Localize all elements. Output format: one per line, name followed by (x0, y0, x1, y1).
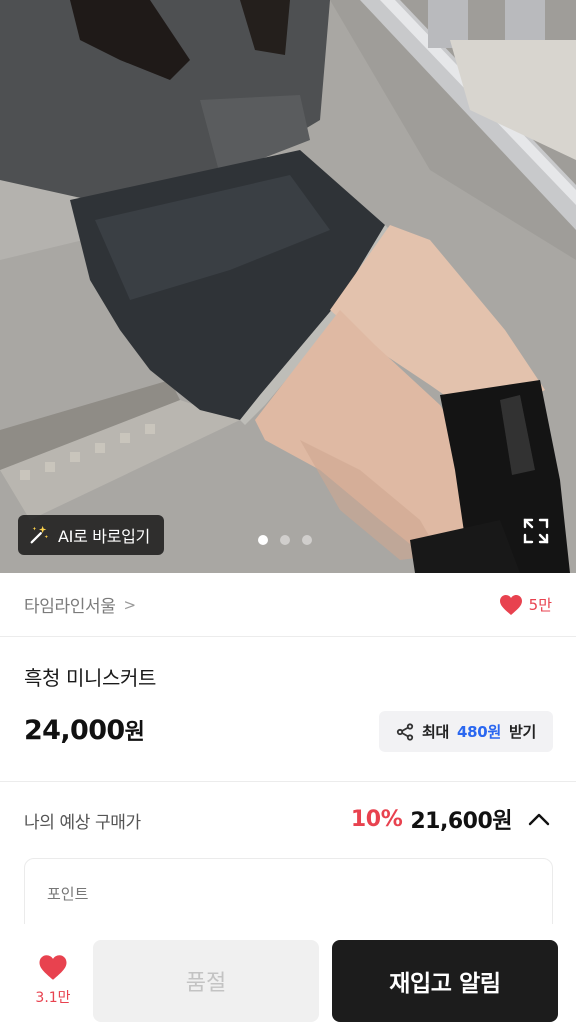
carousel-dot-3 (302, 535, 312, 545)
share-amount: 480원 (457, 723, 501, 741)
shop-name: 타임라인서울 (24, 597, 116, 617)
price-number: 24,000 (24, 715, 125, 746)
product-price: 24,000원 (24, 714, 145, 746)
shop-row: 타임라인서울 > 5만 (0, 573, 576, 637)
share-reward-button[interactable]: 최대 480원 받기 (379, 711, 553, 752)
restock-alert-button[interactable]: 재입고 알림 (332, 940, 558, 1022)
heart-icon (39, 955, 67, 980)
expand-icon[interactable] (522, 517, 550, 545)
shop-link[interactable]: 타임라인서울 > (24, 592, 136, 618)
share-suffix: 받기 (508, 723, 536, 741)
heart-icon (499, 594, 522, 615)
expected-final-price: 21,600원 (410, 809, 512, 834)
product-title: 흑청 미니스커트 (24, 666, 156, 690)
ai-try-on-button[interactable]: AI로 바로입기 (18, 515, 164, 555)
discount-rate: 10% (350, 806, 403, 832)
price-unit: 원 (124, 720, 145, 745)
share-prefix: 최대 (422, 723, 450, 741)
bottom-action-bar: 3.1만 품절 재입고 알림 (0, 924, 576, 1024)
shop-likes-count: 5만 (528, 596, 552, 614)
magic-wand-icon (30, 525, 49, 544)
share-icon (396, 722, 414, 741)
carousel-dot-2 (280, 535, 290, 545)
carousel-dot-1 (258, 535, 268, 545)
point-label: 포인트 (47, 885, 89, 903)
wishlist-button[interactable]: 3.1만 (26, 954, 80, 1007)
caret-up-icon (528, 813, 550, 826)
product-image[interactable]: AI로 바로입기 (0, 0, 576, 573)
section-divider (0, 781, 576, 782)
carousel-indicator (258, 535, 312, 545)
expected-price-label: 나의 예상 구매가 (24, 813, 141, 833)
ai-try-on-label: AI로 바로입기 (58, 527, 150, 546)
wishlist-count: 3.1만 (35, 990, 71, 1006)
soldout-button[interactable]: 품절 (93, 940, 319, 1022)
chevron-right-icon: > (123, 595, 136, 614)
expected-price-toggle[interactable]: 10% 21,600원 (351, 803, 550, 835)
shop-likes[interactable]: 5만 (499, 594, 552, 616)
product-photo (0, 0, 576, 573)
